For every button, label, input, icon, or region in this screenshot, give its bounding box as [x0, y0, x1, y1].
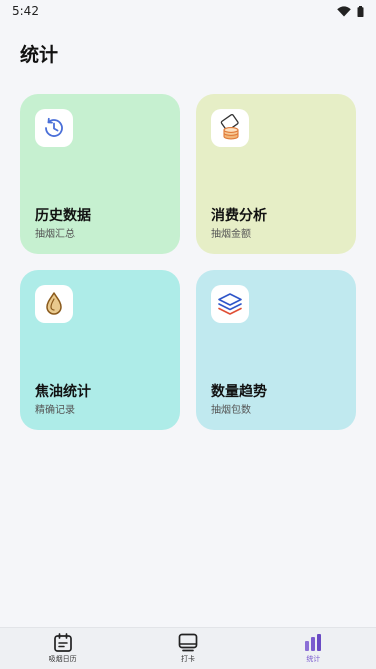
nav-checkin[interactable]: 打卡 — [125, 628, 250, 669]
card-subtitle: 精确记录 — [35, 405, 75, 416]
layers-icon — [211, 285, 249, 323]
card-subtitle: 抽烟汇总 — [35, 229, 75, 240]
nav-label: 统计 — [306, 655, 321, 663]
card-title: 焦油统计 — [35, 384, 91, 400]
nav-label: 吸烟日历 — [48, 655, 77, 663]
card-title: 数量趋势 — [211, 384, 267, 400]
status-bar: 5:42 — [0, 0, 376, 22]
card-title: 历史数据 — [35, 208, 91, 224]
quantity-trend-card[interactable]: 数量趋势 抽烟包数 — [196, 270, 356, 430]
history-clock-icon — [35, 109, 73, 147]
nav-label: 打卡 — [180, 655, 195, 663]
consumption-analysis-card[interactable]: 消费分析 抽烟金额 — [196, 94, 356, 254]
wifi-icon — [337, 5, 351, 16]
nav-stats[interactable]: 统计 — [251, 628, 376, 669]
monitor-icon — [178, 633, 198, 652]
status-time: 5:42 — [12, 4, 39, 18]
calendar-icon — [53, 633, 72, 652]
tar-stats-card[interactable]: 焦油统计 精确记录 — [20, 270, 180, 430]
battery-icon — [357, 5, 364, 17]
oil-drop-icon — [35, 285, 73, 323]
nav-calendar[interactable]: 吸烟日历 — [0, 628, 125, 669]
stats-card-grid: 历史数据 抽烟汇总 消费分析 抽烟金额 焦油统计 精确记录 数量趋势 抽烟包数 — [20, 94, 356, 430]
card-title: 消费分析 — [211, 208, 267, 224]
page-title: 统计 — [20, 44, 59, 66]
coins-card-icon — [211, 109, 249, 147]
bar-chart-icon — [305, 634, 322, 651]
bottom-nav: 吸烟日历 打卡 统计 — [0, 627, 376, 669]
status-icons — [337, 5, 364, 17]
card-subtitle: 抽烟金额 — [211, 229, 251, 240]
card-subtitle: 抽烟包数 — [211, 405, 251, 416]
history-data-card[interactable]: 历史数据 抽烟汇总 — [20, 94, 180, 254]
